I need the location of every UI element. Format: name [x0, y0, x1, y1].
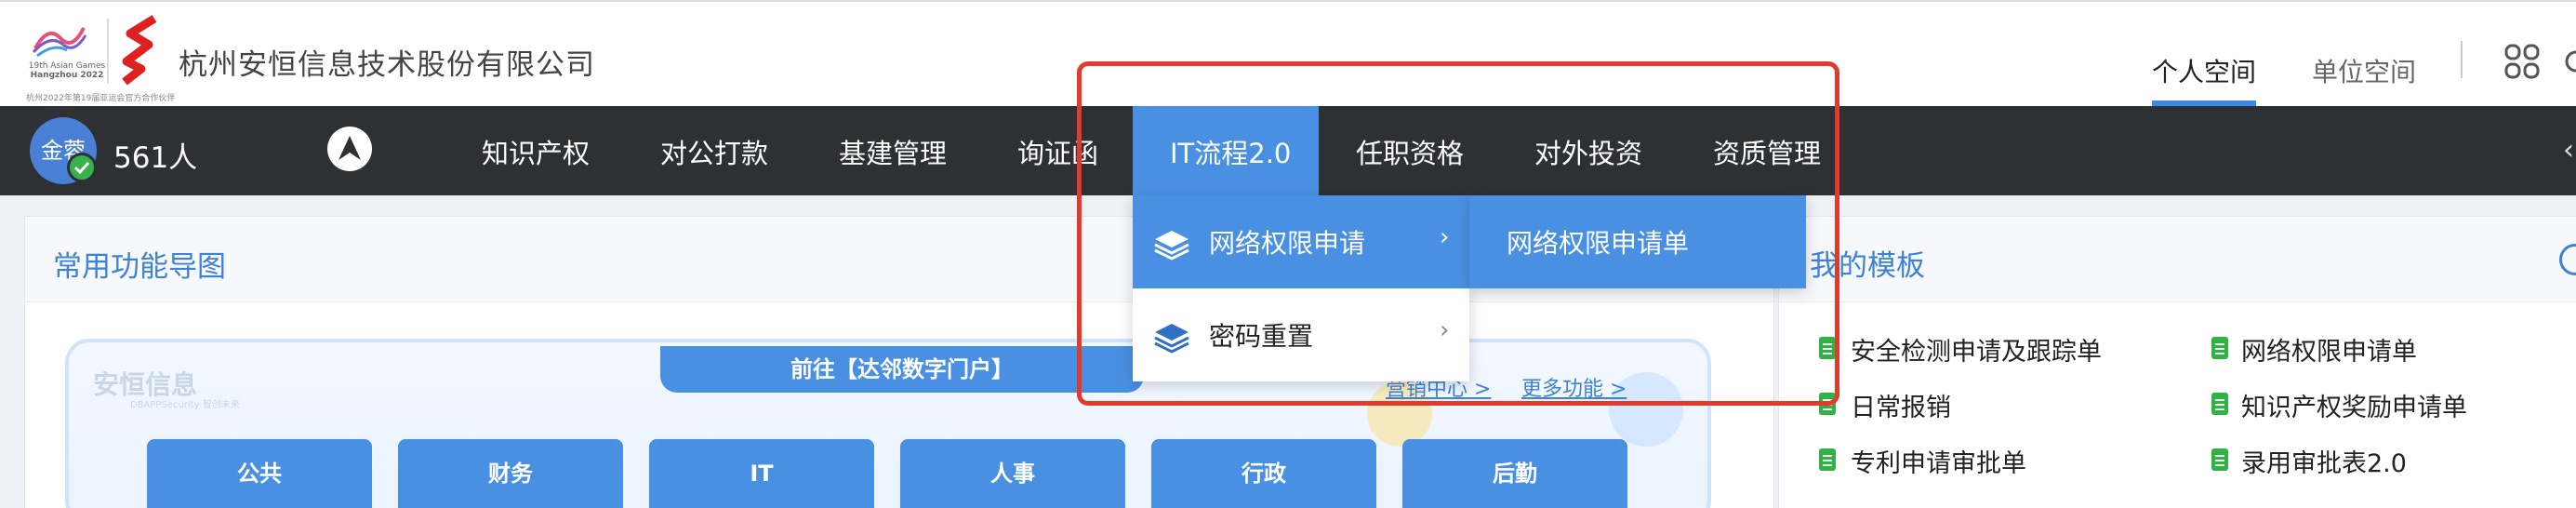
- verified-check-icon: [67, 153, 97, 182]
- category-button-logistics[interactable]: 后勤: [1402, 439, 1627, 508]
- template-item[interactable]: 安全检测申请及跟踪单: [1851, 331, 2102, 368]
- document-icon: [2211, 448, 2228, 471]
- nav-item-intellectual-property[interactable]: 知识产权: [482, 132, 590, 171]
- settings-icon[interactable]: [2563, 45, 2576, 78]
- asian-games-logo: 19th Asian Games Hangzhou 2022: [20, 15, 105, 91]
- watermark-subtitle: DBAPPSecurity 智创未来: [130, 400, 240, 410]
- category-button-public[interactable]: 公共: [147, 439, 372, 508]
- template-item[interactable]: 日常报销: [1851, 387, 1951, 423]
- asian-games-caption-1: 19th Asian Games: [28, 61, 106, 71]
- asian-games-caption-2: Hangzhou 2022: [30, 71, 104, 80]
- template-item[interactable]: 录用审批表2.0: [2241, 443, 2407, 479]
- document-icon: [1819, 448, 1836, 471]
- category-button-admin[interactable]: 行政: [1151, 439, 1376, 508]
- apps-grid-icon[interactable]: [2503, 43, 2541, 80]
- category-button-hr[interactable]: 人事: [900, 439, 1125, 508]
- user-count: 561人: [113, 141, 198, 175]
- document-icon: [2211, 393, 2228, 415]
- nav-scroll-left-icon[interactable]: ‹: [2563, 134, 2574, 167]
- tab-unit-space[interactable]: 单位空间: [2312, 52, 2416, 89]
- category-button-it[interactable]: IT: [649, 439, 874, 508]
- template-item[interactable]: 知识产权奖励申请单: [2241, 387, 2467, 423]
- document-icon: [2211, 337, 2228, 359]
- category-button-finance[interactable]: 财务: [398, 439, 623, 508]
- nav-brand-icon[interactable]: [327, 127, 372, 171]
- template-item[interactable]: 专利申请审批单: [1851, 443, 2026, 479]
- nav-item-construction[interactable]: 基建管理: [839, 132, 947, 171]
- tab-personal-space[interactable]: 个人空间: [2152, 52, 2256, 89]
- template-item[interactable]: 网络权限申请单: [2241, 331, 2417, 368]
- nav-item-corporate-payment[interactable]: 对公打款: [660, 132, 768, 171]
- company-s-logo: [122, 15, 157, 86]
- header-divider: [2461, 41, 2463, 78]
- panel-title: 常用功能导图: [53, 250, 226, 284]
- portal-link-button[interactable]: 前往【达邻数字门户】: [660, 346, 1144, 393]
- annotation-highlight-box: [1077, 61, 1839, 406]
- logo-tiny-text: 杭州2022年第19届亚运会官方合作伙伴: [26, 94, 176, 103]
- logo-divider: [107, 19, 109, 84]
- company-name: 杭州安恒信息技术股份有限公司: [179, 48, 595, 82]
